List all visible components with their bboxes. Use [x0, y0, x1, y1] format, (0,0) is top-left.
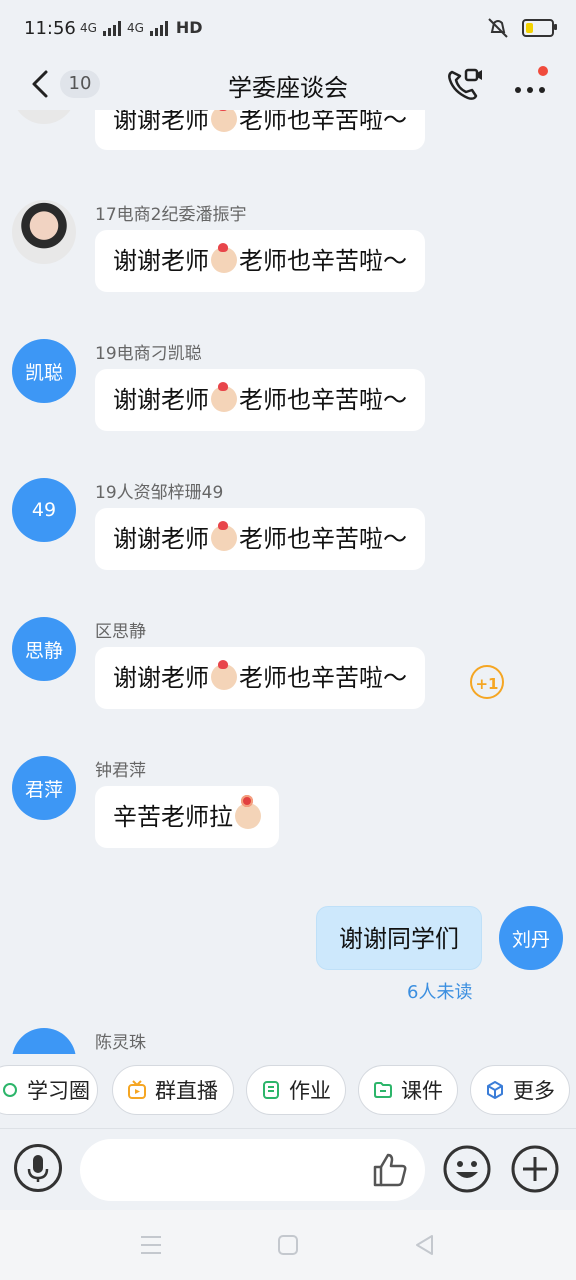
message-list[interactable]: 谢谢老师 老师也辛苦啦～ 17电商2纪委潘振宇 谢谢老师 老师也辛苦啦～ 凯聪 19…: [0, 110, 576, 1054]
avatar[interactable]: 凯聪: [12, 339, 76, 403]
chip-homework[interactable]: 作业: [246, 1065, 346, 1115]
finger-heart-emoji: [211, 660, 237, 690]
more-options-button[interactable]: [510, 66, 550, 102]
avatar[interactable]: [12, 200, 76, 264]
vibrate-mute-icon: [488, 18, 508, 38]
home-icon[interactable]: [275, 1232, 301, 1258]
menu-icon[interactable]: [138, 1232, 164, 1258]
notification-dot: [538, 66, 548, 76]
avatar[interactable]: [12, 1028, 76, 1054]
thumbs-up-icon[interactable]: [371, 1151, 409, 1189]
sender-name: 19人资邹梓珊49: [95, 483, 224, 503]
cube-icon: [487, 1081, 503, 1099]
sender-name: 19电商刁凯聪: [95, 344, 202, 364]
input-bar: [0, 1128, 576, 1211]
message-bubble[interactable]: 谢谢老师 老师也辛苦啦～: [95, 110, 425, 150]
study-circle-icon: [3, 1083, 17, 1097]
plus-one-reaction-button[interactable]: +1: [470, 665, 504, 699]
message-text: 老师也辛苦啦～: [239, 525, 407, 553]
status-bar: 11:56 4G 4G HD: [0, 0, 576, 56]
avatar[interactable]: 49: [12, 478, 76, 542]
sender-name: 陈灵珠: [95, 1033, 146, 1053]
message-text: 谢谢老师: [113, 247, 209, 275]
microphone-icon: [27, 1155, 49, 1182]
chip-label: 作业: [289, 1079, 331, 1103]
avatar[interactable]: 君萍: [12, 756, 76, 820]
system-nav-bar: [0, 1210, 576, 1280]
message-text: 谢谢老师: [113, 386, 209, 414]
folder-icon: [374, 1082, 392, 1098]
chip-more[interactable]: 更多: [470, 1065, 570, 1115]
sender-name: 17电商2纪委潘振宇: [95, 205, 247, 225]
page-title: 学委座谈会: [228, 74, 348, 102]
message-text: 老师也辛苦啦～: [239, 110, 407, 134]
status-time: 11:56: [24, 18, 76, 39]
finger-heart-emoji: [211, 110, 237, 132]
message-bubble[interactable]: 谢谢老师 老师也辛苦啦～: [95, 230, 425, 292]
message-text: 老师也辛苦啦～: [239, 247, 407, 275]
plus-icon[interactable]: [510, 1144, 560, 1194]
sender-name: 钟君萍: [95, 761, 146, 781]
battery-icon: [522, 19, 557, 37]
message-bubble[interactable]: 辛苦老师拉: [95, 786, 279, 848]
message-bubble[interactable]: 谢谢老师 老师也辛苦啦～: [95, 369, 425, 431]
network-indicators: 4G 4G HD: [80, 18, 203, 37]
status-right: [486, 17, 557, 39]
signal-icon: [102, 20, 121, 36]
chip-label: 更多: [513, 1079, 555, 1103]
chip-label: 课件: [401, 1079, 443, 1103]
chip-label: 群直播: [155, 1079, 218, 1103]
chip-group-live[interactable]: 群直播: [112, 1065, 234, 1115]
hd-label: HD: [175, 18, 203, 37]
emoji-icon[interactable]: [442, 1144, 492, 1194]
unread-status[interactable]: 6人未读: [407, 978, 472, 1004]
message-text: 老师也辛苦啦～: [239, 664, 407, 692]
finger-heart-emoji: [211, 243, 237, 273]
avatar[interactable]: [12, 110, 76, 124]
voice-button[interactable]: [14, 1144, 62, 1192]
flower-emoji: [235, 795, 261, 829]
avatar[interactable]: 思静: [12, 617, 76, 681]
message-text: 辛苦老师拉: [113, 803, 233, 831]
sender-name: 区思静: [95, 622, 146, 642]
net-label-2: 4G: [126, 20, 144, 35]
net-label-1: 4G: [80, 20, 97, 35]
chip-courseware[interactable]: 课件: [358, 1065, 458, 1115]
finger-heart-emoji: [211, 521, 237, 551]
finger-heart-emoji: [211, 382, 237, 412]
message-text: 老师也辛苦啦～: [239, 386, 407, 414]
my-message-bubble[interactable]: 谢谢同学们: [316, 906, 482, 970]
my-avatar[interactable]: 刘丹: [499, 906, 563, 970]
message-text: 谢谢老师: [113, 664, 209, 692]
message-input[interactable]: [80, 1139, 425, 1201]
message-text: 谢谢老师: [113, 110, 209, 134]
live-tv-icon: [128, 1080, 146, 1099]
message-bubble[interactable]: 谢谢老师 老师也辛苦啦～: [95, 647, 425, 709]
signal-icon: [149, 20, 168, 36]
chat-header: 10 学委座谈会: [0, 56, 576, 110]
chip-label: 学习圈: [27, 1079, 90, 1103]
message-bubble[interactable]: 谢谢老师 老师也辛苦啦～: [95, 508, 425, 570]
video-call-icon[interactable]: [444, 64, 484, 104]
shortcut-bar: 学习圈 群直播 作业 课件 更多: [0, 1062, 576, 1120]
message-text: 谢谢老师: [113, 525, 209, 553]
homework-icon: [263, 1081, 279, 1099]
chip-study-circle[interactable]: 学习圈: [0, 1065, 98, 1115]
back-triangle-icon[interactable]: [412, 1232, 438, 1258]
